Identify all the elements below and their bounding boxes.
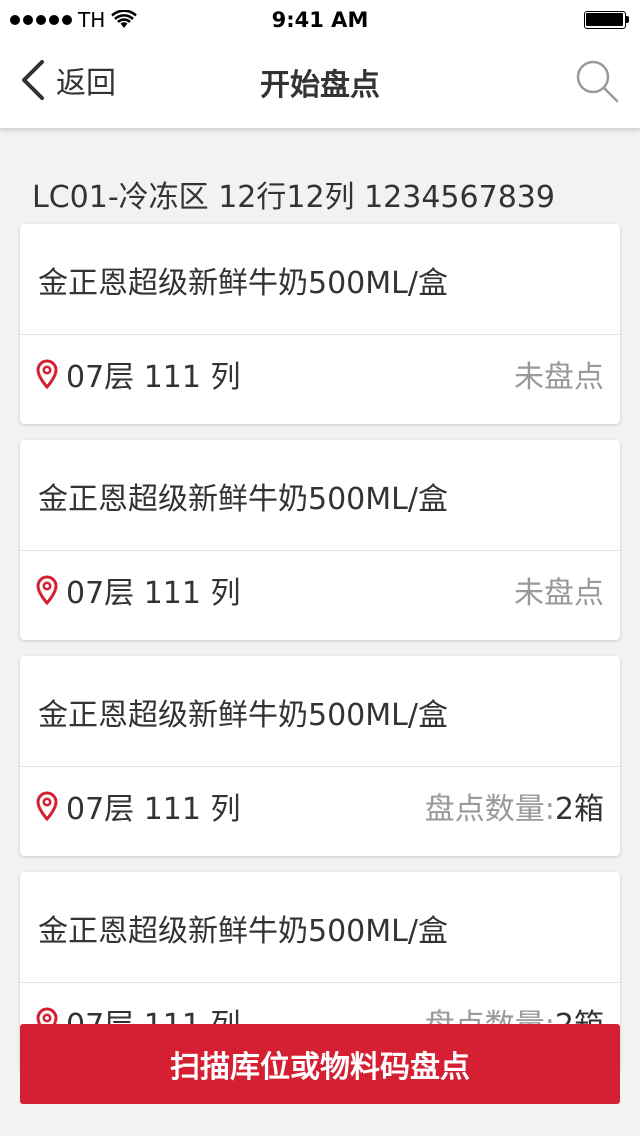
status-text: 未盘点: [514, 568, 604, 612]
status-text: 盘点数量:2箱: [425, 784, 604, 828]
count-value: 2箱: [554, 792, 604, 827]
card-divider: [20, 982, 620, 983]
location-header: LC01-冷冻区 12行12列 1234567839: [32, 180, 555, 215]
card-divider: [20, 334, 620, 335]
product-name: 金正恩超级新鲜牛奶500ML/盒: [38, 698, 448, 733]
location-text: 07层 111 列: [66, 792, 241, 827]
card-location: 07层 111 列: [36, 784, 241, 828]
inventory-card[interactable]: 金正恩超级新鲜牛奶500ML/盒 07层 111 列 未盘点: [20, 440, 620, 640]
page-title: 开始盘点: [260, 68, 380, 103]
count-label: 盘点数量:: [424, 792, 555, 827]
status-label: 未盘点: [514, 576, 604, 611]
search-button[interactable]: [574, 58, 620, 104]
product-name: 金正恩超级新鲜牛奶500ML/盒: [38, 482, 448, 517]
status-bar: TH 9:41 AM: [0, 0, 640, 40]
product-name: 金正恩超级新鲜牛奶500ML/盒: [38, 266, 448, 301]
location-pin-icon: [36, 575, 58, 605]
location-pin-icon: [36, 359, 58, 389]
inventory-card[interactable]: 金正恩超级新鲜牛奶500ML/盒 07层 111 列 盘点数量:2箱: [20, 656, 620, 856]
product-name: 金正恩超级新鲜牛奶500ML/盒: [38, 914, 448, 949]
battery-icon: [584, 11, 630, 29]
inventory-card[interactable]: 金正恩超级新鲜牛奶500ML/盒 07层 111 列 未盘点: [20, 224, 620, 424]
scan-button[interactable]: 扫描库位或物料码盘点: [20, 1024, 620, 1104]
nav-bar: 返回 开始盘点: [0, 40, 640, 129]
status-label: 未盘点: [514, 360, 604, 395]
location-text: 07层 111 列: [66, 576, 241, 611]
location-pin-icon: [36, 791, 58, 821]
card-divider: [20, 550, 620, 551]
card-location: 07层 111 列: [36, 352, 241, 396]
status-time: 9:41 AM: [271, 8, 369, 32]
status-text: 未盘点: [514, 352, 604, 396]
card-divider: [20, 766, 620, 767]
search-icon: [576, 60, 619, 103]
location-text: 07层 111 列: [66, 360, 241, 395]
card-location: 07层 111 列: [36, 568, 241, 612]
